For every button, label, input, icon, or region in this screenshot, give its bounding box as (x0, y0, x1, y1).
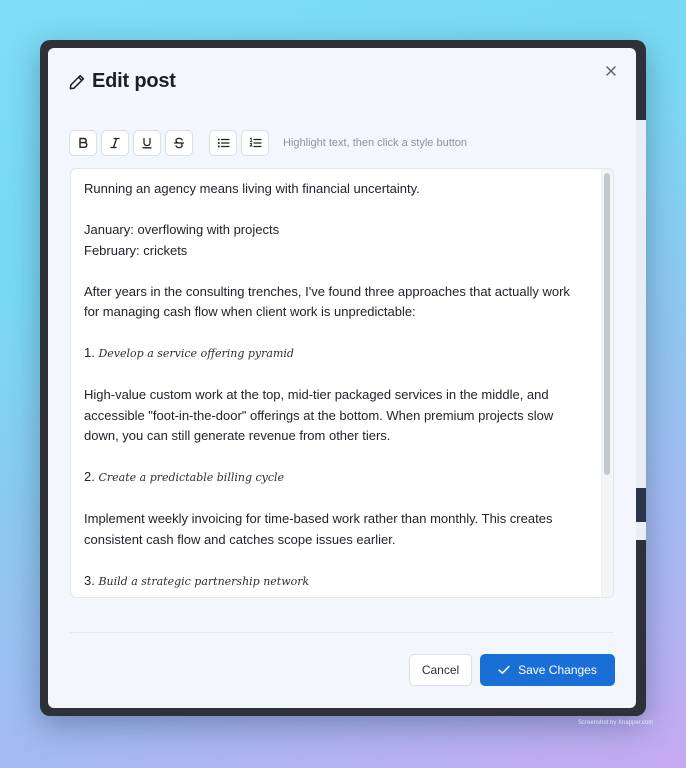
close-icon (606, 66, 616, 76)
editor-content[interactable]: Running an agency means living with fina… (84, 179, 584, 597)
pencil-icon (69, 74, 85, 89)
editor-scrollbar[interactable] (601, 169, 613, 597)
italic-icon (110, 137, 120, 149)
underline-icon (142, 137, 152, 149)
toolbar-hint: Highlight text, then click a style butto… (283, 137, 468, 149)
background-app-strip (636, 120, 646, 540)
paragraph: After years in the consulting trenches, … (84, 283, 570, 320)
modal-title: Edit post (92, 70, 176, 92)
text-line: January: overflowing with projects (84, 222, 280, 237)
edit-post-modal: Edit post Highlight text, then click a s… (48, 48, 636, 708)
bold-button[interactable] (69, 130, 97, 156)
text-line: February: crickets (84, 242, 188, 258)
paragraph: Running an agency means living with fina… (84, 181, 420, 196)
strikethrough-icon (173, 137, 185, 149)
list-number: 2. (84, 469, 95, 484)
cancel-button[interactable]: Cancel (409, 654, 472, 686)
watermark: Screenshot by Xnapper.com (578, 720, 654, 726)
bold-icon (79, 137, 88, 148)
bullet-list-button[interactable] (209, 130, 237, 156)
background-app-dark-block (636, 488, 646, 522)
list-heading: 2. Create a predictable billing cycle (84, 467, 584, 489)
list-heading-text: Develop a service offering pyramid (98, 347, 294, 360)
paragraph: High-value custom work at the top, mid-t… (84, 387, 554, 443)
list-heading-text: Build a strategic partnership network (98, 574, 310, 588)
check-icon (498, 665, 510, 674)
list-heading: 3. Build a strategic partnership network (84, 571, 584, 593)
list-number: 1. (84, 345, 95, 360)
numbered-list-icon (249, 137, 262, 148)
save-changes-button[interactable]: Save Changes (480, 654, 615, 686)
footer-divider (70, 632, 614, 633)
italic-button[interactable] (101, 130, 129, 156)
list-number: 3. (84, 572, 95, 588)
paragraph: Implement weekly invoicing for time-base… (84, 511, 553, 547)
strikethrough-button[interactable] (165, 130, 193, 156)
paragraph: January: overflowing with projects Febru… (84, 220, 584, 261)
formatting-toolbar: Highlight text, then click a style butto… (69, 130, 467, 156)
list-heading: 1. Develop a service offering pyramid (84, 343, 584, 365)
list-heading-text: Create a predictable billing cycle (98, 471, 285, 484)
close-button[interactable] (600, 60, 622, 82)
scrollbar-thumb[interactable] (604, 173, 610, 475)
numbered-list-button[interactable] (241, 130, 269, 156)
post-editor[interactable]: Running an agency means living with fina… (70, 168, 614, 598)
save-changes-label: Save Changes (518, 663, 597, 677)
underline-button[interactable] (133, 130, 161, 156)
modal-header: Edit post (68, 70, 176, 93)
bullet-list-icon (217, 138, 230, 148)
